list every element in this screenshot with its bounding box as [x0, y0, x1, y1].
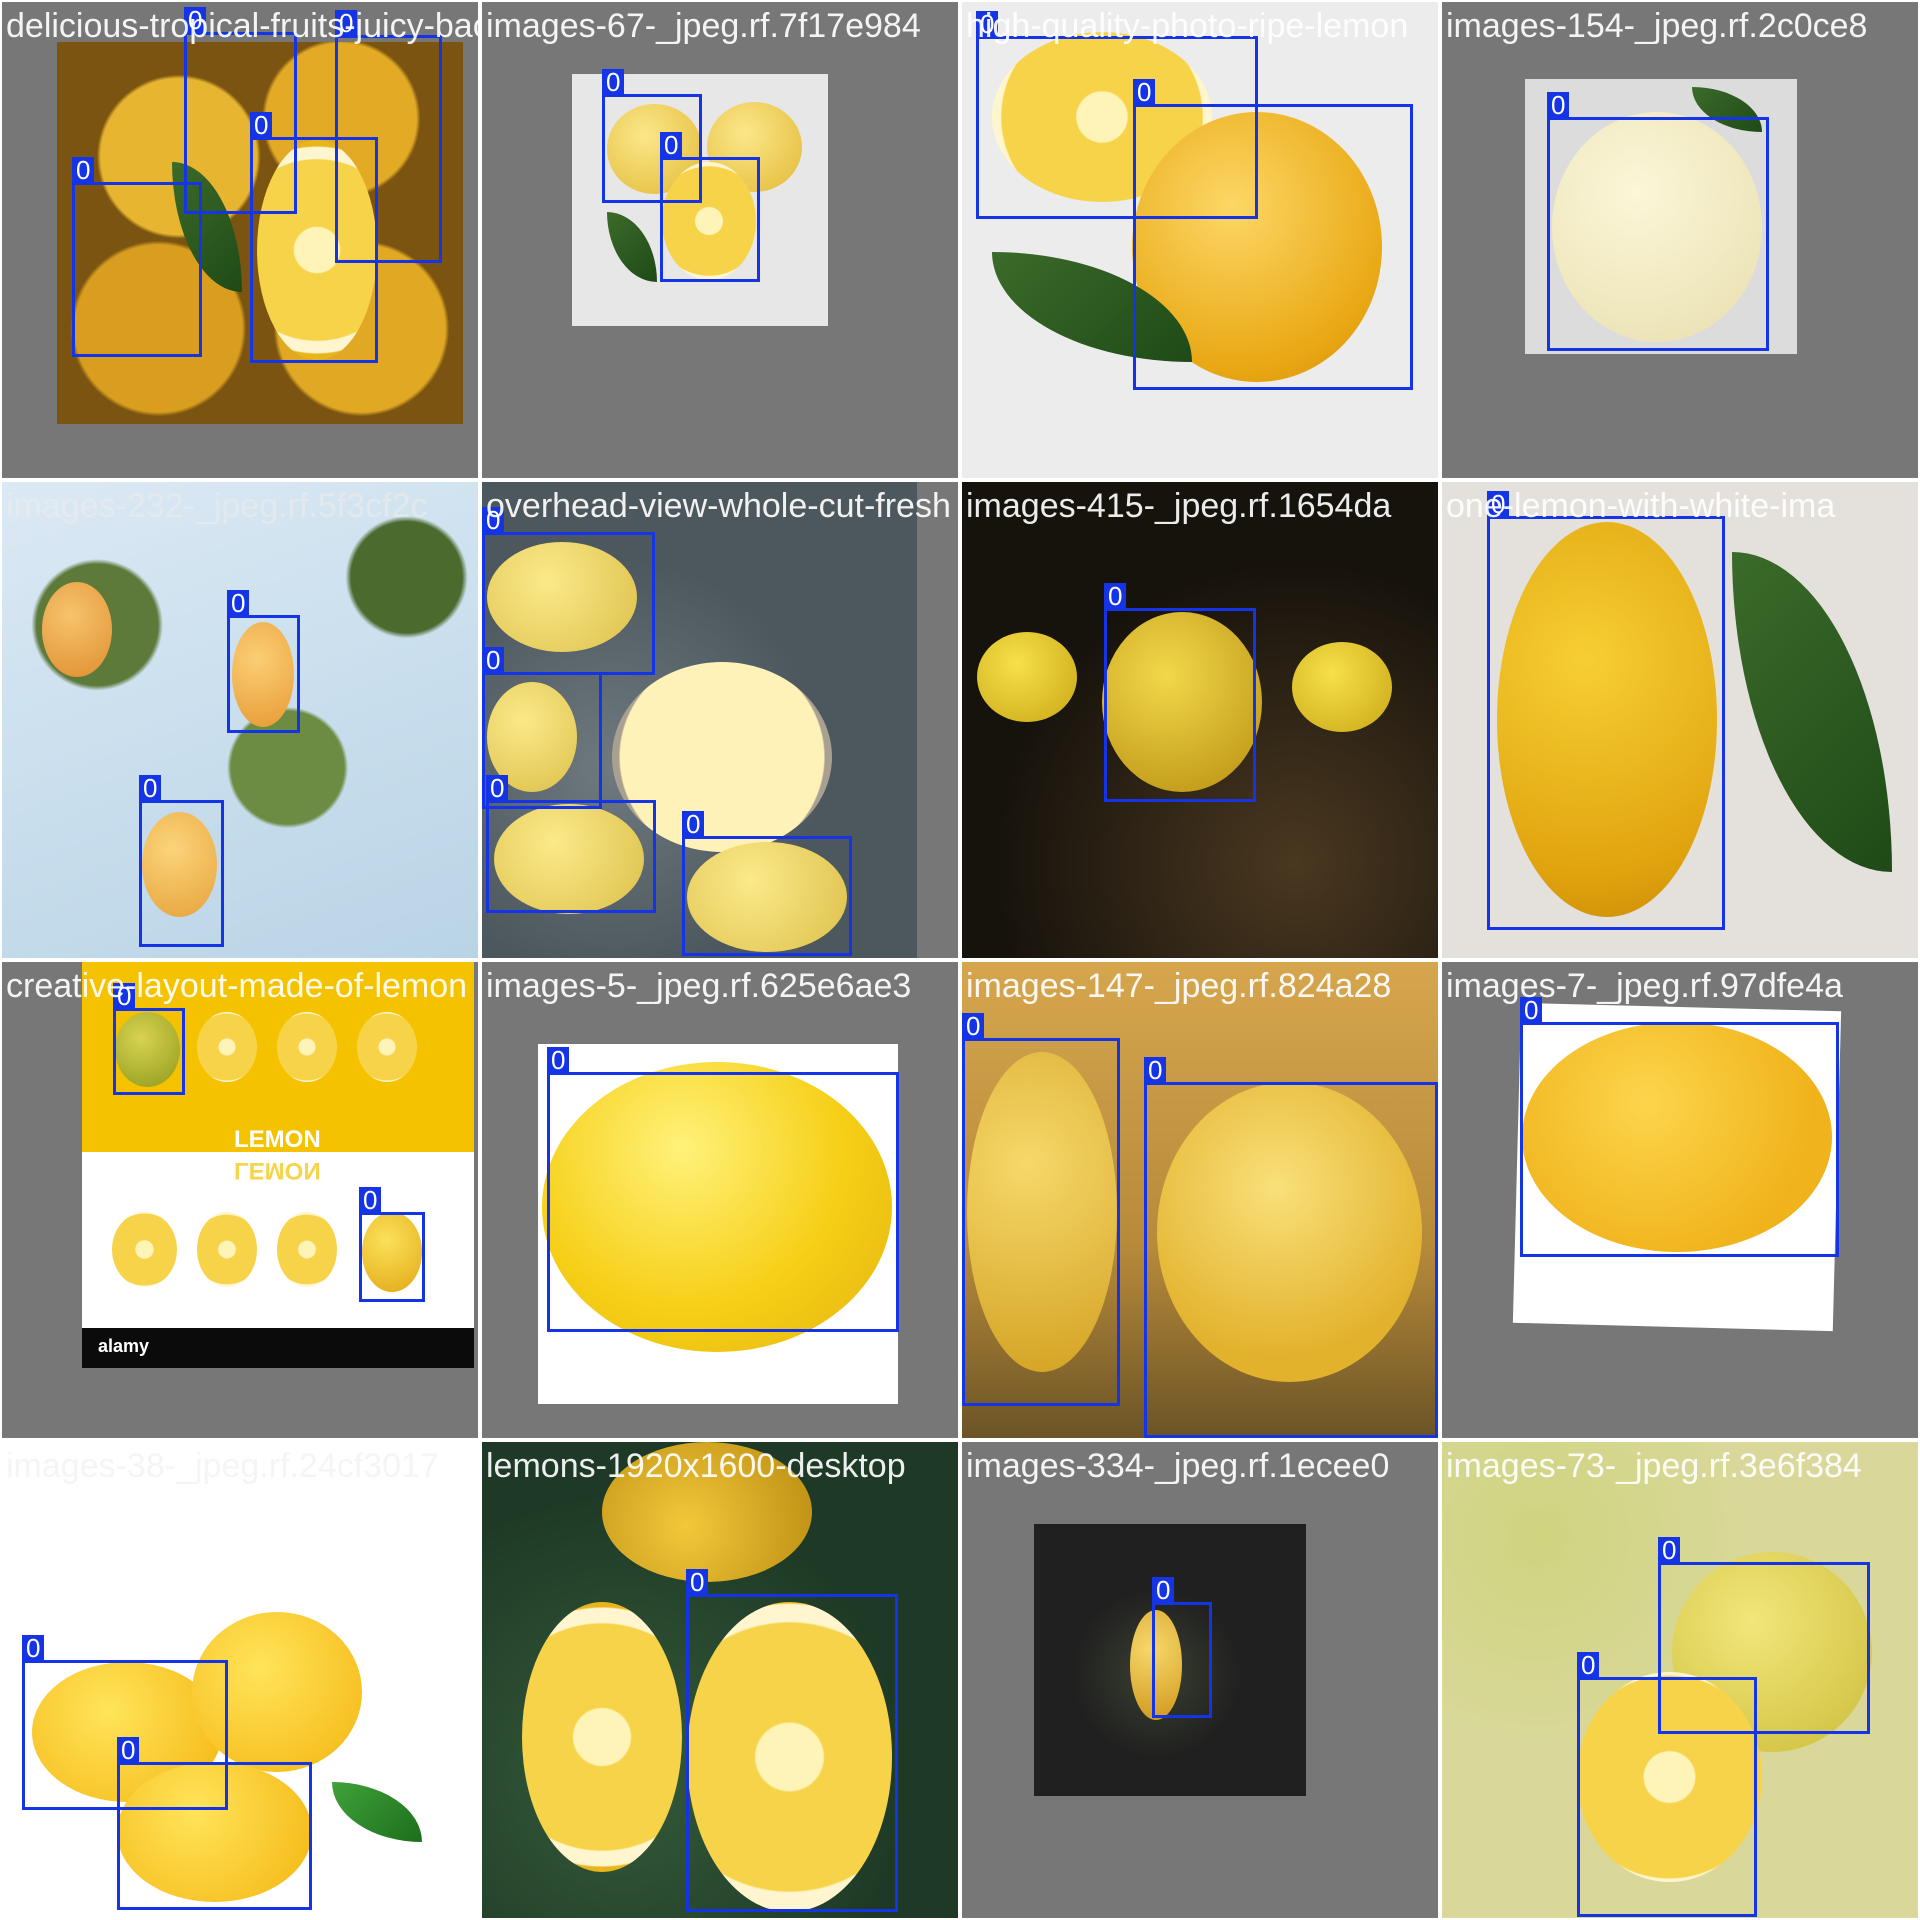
- bounding-box: 0: [686, 1569, 898, 1912]
- class-label: 0: [660, 132, 683, 158]
- bounding-box: 0: [682, 811, 852, 956]
- class-label: 0: [962, 1013, 985, 1039]
- class-label: 0: [482, 647, 505, 673]
- tile: 0 images-154-_jpeg.rf.2c0ce8: [1442, 2, 1918, 478]
- class-label: 0: [335, 10, 358, 36]
- class-label: 0: [602, 69, 625, 95]
- watermark: alamy: [98, 1336, 150, 1356]
- lemon: [1292, 642, 1392, 732]
- lemon-slice: [112, 1212, 177, 1287]
- lemon-slice: [277, 1212, 337, 1287]
- tile: 0 lemons-1920x1600-desktop: [482, 1442, 958, 1918]
- tile: 0 0 images-232-_jpeg.rf.5f3cf2c: [2, 482, 478, 958]
- tile: 0 images-415-_jpeg.rf.1654da: [962, 482, 1438, 958]
- class-label: 0: [486, 775, 509, 801]
- bounding-box: 0: [139, 775, 224, 947]
- bounding-box: 0: [335, 10, 442, 263]
- class-label: 0: [1104, 583, 1127, 609]
- lemon-slice: [522, 1602, 682, 1872]
- tile-title: images-154-_jpeg.rf.2c0ce8: [1446, 7, 1868, 45]
- tile: 0 0 images-73-_jpeg.rf.3e6f384: [1442, 1442, 1918, 1918]
- tile-title: images-67-_jpeg.rf.7f17e984: [486, 7, 921, 45]
- tile: 0 images-334-_jpeg.rf.1ecee0: [962, 1442, 1438, 1918]
- class-label: 0: [1144, 1057, 1167, 1083]
- poster-title-reflection: LEMON: [234, 1157, 321, 1184]
- class-label: 0: [1152, 1577, 1175, 1603]
- bounding-box: 0: [1133, 79, 1413, 390]
- bounding-box: 0: [1547, 92, 1769, 351]
- class-label: 0: [686, 1569, 709, 1595]
- lemon: [42, 582, 112, 677]
- bounding-box: 0: [117, 1737, 312, 1910]
- lemon: [602, 1442, 812, 1582]
- bounding-box: 0: [72, 157, 202, 357]
- tile: 0 images-7-_jpeg.rf.97dfe4a: [1442, 962, 1918, 1438]
- class-label: 0: [22, 1635, 45, 1661]
- class-label: 0: [72, 157, 95, 183]
- class-label: 0: [1133, 79, 1156, 105]
- class-label: 0: [184, 7, 207, 33]
- class-label: 0: [682, 811, 705, 837]
- bounding-box: 0: [547, 1047, 899, 1332]
- class-label: 0: [1547, 92, 1570, 118]
- tile: 0 0 images-67-_jpeg.rf.7f17e984: [482, 2, 958, 478]
- class-label: 0: [227, 590, 250, 616]
- lemon-slice: [197, 1012, 257, 1082]
- class-label: 0: [976, 11, 999, 37]
- bounding-box: 0: [1144, 1057, 1438, 1438]
- lemon-slice: [197, 1212, 257, 1287]
- tile: 0 0 high-quality-photo-ripe-lemon: [962, 2, 1438, 478]
- class-label: 0: [1658, 1537, 1681, 1563]
- tile: 0 0 images-38-_jpeg.rf.24cf3017: [2, 1442, 478, 1918]
- class-label: 0: [113, 983, 136, 1009]
- tile: 0 one-lemon-with-white-ima: [1442, 482, 1918, 958]
- class-label: 0: [117, 1737, 140, 1763]
- class-label: 0: [359, 1187, 382, 1213]
- tile-title: images-5-_jpeg.rf.625e6ae3: [486, 967, 912, 1005]
- bounding-box: 0: [227, 590, 300, 733]
- lemon-slice: [277, 1012, 337, 1082]
- tile: 0 images-5-_jpeg.rf.625e6ae3: [482, 962, 958, 1438]
- class-label: 0: [1520, 997, 1543, 1023]
- bounding-box: 0: [962, 1013, 1120, 1406]
- class-label: 0: [482, 507, 505, 533]
- class-label: 0: [250, 112, 273, 138]
- bounding-box: 0: [482, 507, 655, 675]
- bounding-box: 0: [660, 132, 760, 282]
- bounding-box: 0: [1520, 997, 1839, 1257]
- tile: alamy LEMON LEMON 0 0 creative-layout-ma…: [2, 962, 478, 1438]
- lemon: [977, 632, 1077, 722]
- class-label: 0: [547, 1047, 570, 1073]
- bounding-box: 0: [1577, 1652, 1757, 1917]
- class-label: 0: [139, 775, 162, 801]
- tile: 0 0 0 0 overhead-view-whole-cut-fresh: [482, 482, 958, 958]
- bounding-box: 0: [113, 983, 185, 1095]
- bounding-box: 0: [486, 775, 656, 913]
- bounding-box: 0: [1104, 583, 1256, 802]
- lemon-slice: [357, 1012, 417, 1082]
- detection-mosaic: 0 0 0 0 delicious-tropical-fruits-juicy-…: [0, 0, 1920, 1920]
- tile: 0 0 0 0 delicious-tropical-fruits-juicy-…: [2, 2, 478, 478]
- class-label: 0: [1487, 491, 1510, 517]
- tile-title: images-334-_jpeg.rf.1ecee0: [966, 1447, 1390, 1485]
- bounding-box: 0: [1152, 1577, 1212, 1718]
- bounding-box: 0: [1487, 491, 1725, 930]
- bounding-box: 0: [359, 1187, 425, 1302]
- tile: 0 0 images-147-_jpeg.rf.824a28: [962, 962, 1438, 1438]
- poster-title: LEMON: [234, 1126, 321, 1153]
- class-label: 0: [1577, 1652, 1600, 1678]
- tile-title: images-7-_jpeg.rf.97dfe4a: [1446, 967, 1843, 1005]
